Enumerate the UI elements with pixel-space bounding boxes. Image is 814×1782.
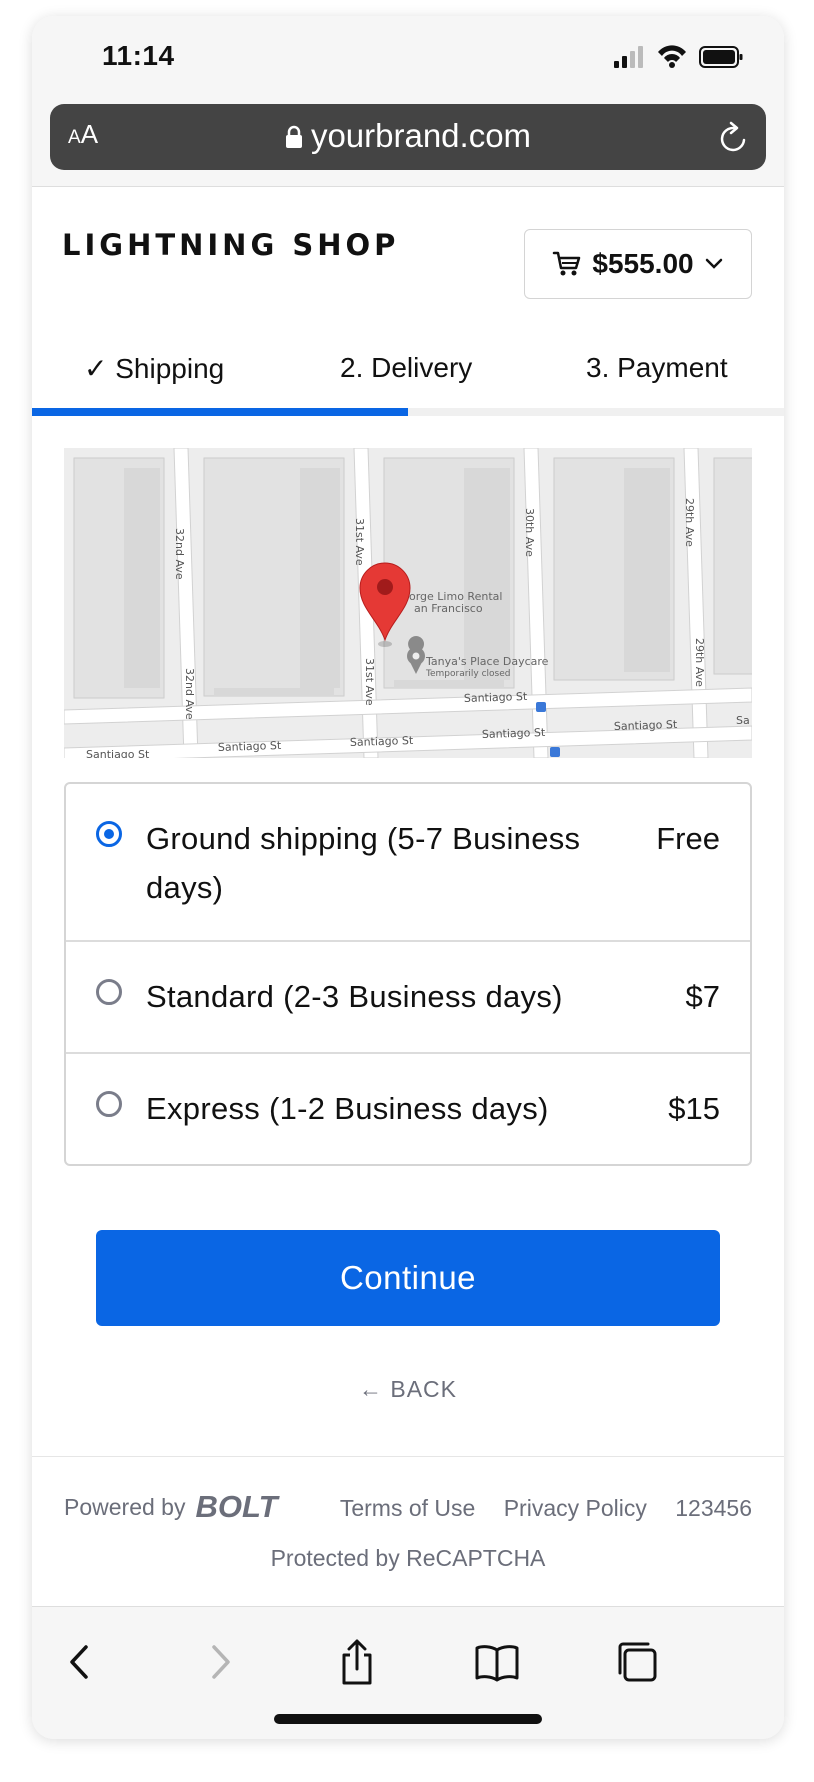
shop-logo: LIGHTNING SHOP bbox=[62, 228, 400, 262]
checkout-header: LIGHTNING SHOP $555.00 bbox=[32, 187, 784, 302]
footer-code: 123456 bbox=[675, 1495, 752, 1521]
map-street-label: Santiago St bbox=[86, 748, 150, 758]
footer-links: Terms of Use Privacy Policy 123456 bbox=[318, 1495, 752, 1522]
radio-selected-icon[interactable] bbox=[96, 821, 122, 847]
map-street-label: 32nd Ave bbox=[183, 668, 196, 720]
address-bar[interactable]: AA yourbrand.com bbox=[50, 104, 766, 170]
home-indicator bbox=[274, 1714, 542, 1724]
forward-arrow-icon[interactable] bbox=[194, 1637, 244, 1687]
reload-icon[interactable] bbox=[718, 120, 750, 154]
option-price: $7 bbox=[685, 979, 720, 1014]
cellular-signal-icon bbox=[614, 46, 643, 68]
map-street-label: 30th Ave bbox=[523, 508, 536, 557]
map-street-label: 29th Ave bbox=[683, 498, 696, 547]
privacy-link[interactable]: Privacy Policy bbox=[504, 1495, 647, 1521]
chevron-down-icon bbox=[705, 258, 722, 269]
bolt-logo: BOLT bbox=[195, 1489, 278, 1524]
shipping-option-ground[interactable]: Ground shipping (5-7 Business days) Free bbox=[66, 784, 750, 942]
status-icons bbox=[614, 45, 743, 68]
map-street-label: 29th Ave bbox=[693, 638, 706, 687]
map-street-label: Santiago St bbox=[482, 726, 546, 741]
tab-shipping[interactable]: ✓ Shipping bbox=[84, 352, 224, 385]
map-street-label: Santiago St bbox=[218, 739, 282, 754]
tabs-icon[interactable] bbox=[612, 1637, 662, 1687]
map-street-label: Santiago St bbox=[350, 734, 414, 749]
map-place-sub: Temporarily closed bbox=[425, 669, 511, 679]
recaptcha-notice: Protected by ReCAPTCHA bbox=[270, 1545, 546, 1571]
status-time: 11:14 bbox=[102, 40, 175, 71]
delivery-map[interactable]: 32nd Ave 32nd Ave 31st Ave 31st Ave 30th… bbox=[64, 448, 752, 758]
map-street-label: Santiago St bbox=[614, 718, 678, 733]
shipping-option-express[interactable]: Express (1-2 Business days) $15 bbox=[66, 1054, 750, 1164]
shipping-options: Ground shipping (5-7 Business days) Free… bbox=[64, 782, 752, 1166]
lock-icon bbox=[285, 125, 302, 148]
powered-by: Powered by BOLT bbox=[64, 1489, 278, 1525]
battery-icon bbox=[699, 46, 743, 68]
map-place-sub: an Francisco bbox=[414, 602, 483, 615]
bookmarks-icon[interactable] bbox=[472, 1637, 522, 1687]
wifi-icon bbox=[658, 45, 686, 68]
map-street-label: 31st Ave bbox=[353, 518, 366, 566]
map-street-label: Sa bbox=[736, 714, 750, 727]
radio-unselected-icon[interactable] bbox=[96, 1091, 122, 1117]
tab-delivery[interactable]: 2. Delivery bbox=[340, 352, 472, 384]
phone-frame: 11:14 AA yourbrand.com LIGHTNING SHOP $5… bbox=[32, 16, 784, 1739]
map-street-label: Santiago St bbox=[464, 690, 528, 705]
shipping-option-standard[interactable]: Standard (2-3 Business days) $7 bbox=[66, 942, 750, 1054]
map-place-name: Tanya's Place Daycare bbox=[425, 655, 549, 668]
share-icon[interactable] bbox=[332, 1637, 382, 1687]
radio-unselected-icon[interactable] bbox=[96, 979, 122, 1005]
option-price: Free bbox=[656, 821, 720, 856]
option-price: $15 bbox=[668, 1091, 720, 1126]
option-label: Express (1-2 Business days) bbox=[146, 1091, 549, 1126]
checkout-steps: ✓ Shipping 2. Delivery 3. Payment bbox=[32, 334, 784, 416]
url-text: yourbrand.com bbox=[310, 117, 532, 154]
cart-total-button[interactable]: $555.00 bbox=[524, 229, 752, 299]
powered-by-label: Powered by bbox=[64, 1493, 186, 1520]
browser-top-bar: 11:14 AA yourbrand.com bbox=[32, 16, 784, 187]
tab-payment[interactable]: 3. Payment bbox=[586, 352, 728, 384]
option-label: Ground shipping (5-7 Business days) bbox=[146, 821, 581, 905]
option-label: Standard (2-3 Business days) bbox=[146, 979, 563, 1014]
continue-button[interactable]: Continue bbox=[96, 1230, 720, 1326]
back-arrow-icon[interactable] bbox=[56, 1637, 106, 1687]
back-link[interactable]: ← BACK bbox=[32, 1376, 784, 1403]
checkout-footer: Powered by BOLT Terms of Use Privacy Pol… bbox=[32, 1456, 784, 1607]
map-street-label: 32nd Ave bbox=[173, 528, 186, 580]
map-street-label: 31st Ave bbox=[363, 658, 376, 706]
cart-icon bbox=[553, 251, 581, 276]
url-display[interactable]: yourbrand.com bbox=[50, 117, 766, 155]
map-canvas: 32nd Ave 32nd Ave 31st Ave 31st Ave 30th… bbox=[64, 448, 752, 758]
cart-total: $555.00 bbox=[592, 248, 694, 279]
progress-fill bbox=[32, 408, 408, 416]
terms-link[interactable]: Terms of Use bbox=[340, 1495, 475, 1521]
